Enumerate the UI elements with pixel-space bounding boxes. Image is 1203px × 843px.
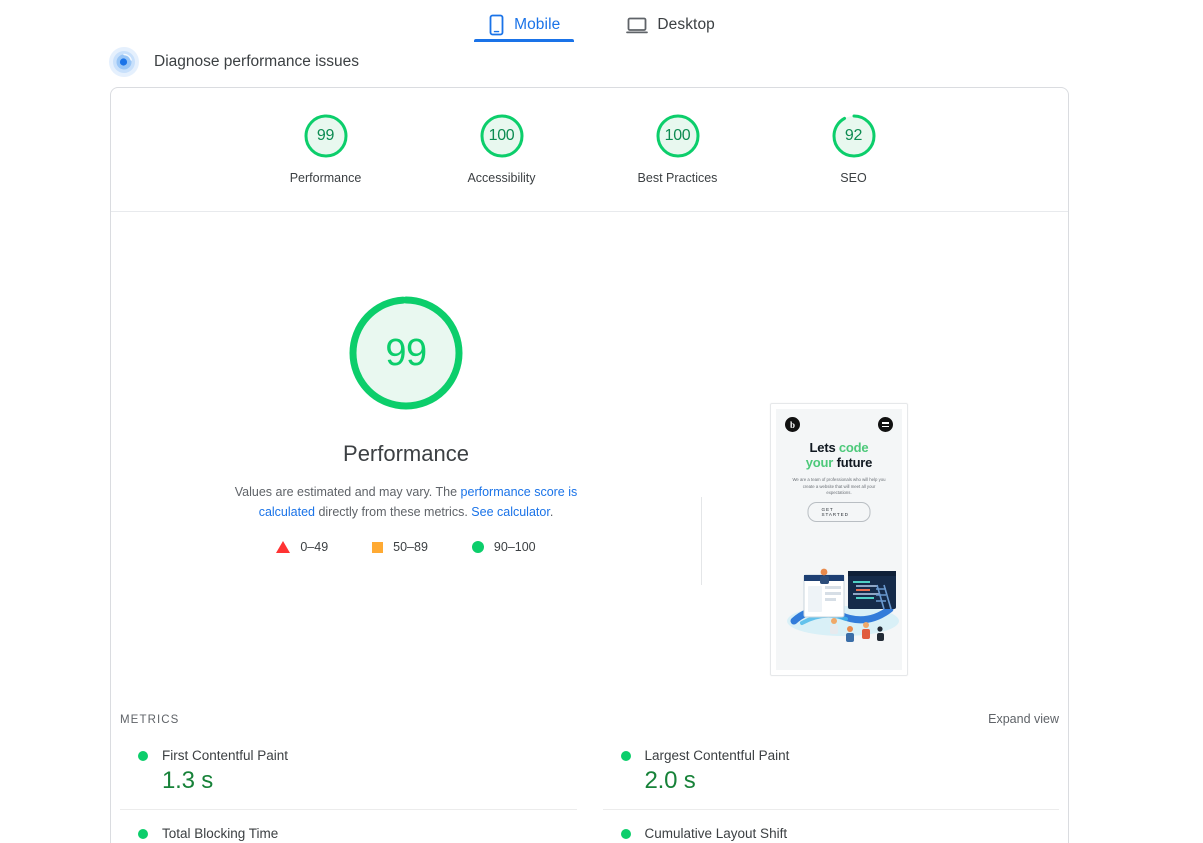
gauge-seo-label: SEO	[840, 171, 867, 185]
metric-largest-contentful-paint[interactable]: Largest Contentful Paint 2.0 s	[602, 732, 1059, 810]
desktop-monitor-icon	[626, 15, 649, 35]
screenshot-subtext: We are a team of professionals who will …	[792, 477, 886, 495]
see-calculator-link[interactable]: See calculator	[471, 505, 550, 519]
performance-summary: 99 Performance Values are estimated and …	[111, 212, 701, 554]
square-average-icon	[372, 541, 384, 553]
metric-value: 1.3 s	[162, 767, 214, 794]
metric-name: First Contentful Paint	[162, 748, 289, 763]
metric-total-blocking-time[interactable]: Total Blocking Time 10 ms	[120, 810, 577, 843]
tab-active-indicator	[474, 39, 575, 42]
status-dot-good-icon	[620, 750, 631, 761]
gauge-accessibility-label: Accessibility	[467, 171, 536, 185]
gauge-performance-large: 99	[345, 292, 467, 414]
performance-note-text-2: directly from these metrics.	[314, 505, 472, 519]
category-score-best-practices[interactable]: 100 Best Practices	[622, 110, 734, 185]
metric-value: 2.0 s	[644, 767, 696, 794]
legend-range-average: 50–89	[393, 540, 428, 554]
metrics-header: METRICS Expand view	[120, 712, 1059, 726]
category-score-seo[interactable]: 92 SEO	[798, 110, 910, 185]
gauge-best-practices: 100	[652, 110, 704, 162]
vertical-divider	[701, 497, 702, 585]
hamburger-menu-icon	[878, 417, 893, 432]
gauge-performance-large-value: 99	[385, 331, 427, 374]
metrics-section-label: METRICS	[120, 714, 180, 726]
device-tab-bar: Mobile Desktop	[0, 0, 1203, 42]
metric-name: Largest Contentful Paint	[644, 748, 790, 763]
performance-note: Values are estimated and may vary. The p…	[206, 482, 606, 522]
page-screenshot-thumbnail[interactable]: b Lets code your future We are a team of…	[770, 403, 908, 676]
report-card: 99 Performance 100 Accessibility 100 Bes…	[110, 87, 1069, 843]
category-score-strip: 99 Performance 100 Accessibility 100 Bes…	[111, 88, 1068, 212]
headline-word-lets: Lets	[809, 440, 839, 455]
screenshot-illustration	[787, 568, 899, 642]
mobile-phone-icon	[488, 14, 505, 36]
metric-first-contentful-paint[interactable]: First Contentful Paint 1.3 s	[120, 732, 577, 810]
gauge-seo-value: 92	[844, 127, 863, 144]
legend-range-good: 90–100	[493, 540, 536, 554]
site-logo-icon: b	[785, 417, 800, 432]
metrics-grid: First Contentful Paint 1.3 s Largest Con…	[120, 732, 1059, 843]
performance-note-text-1: Values are estimated and may vary. The	[234, 485, 461, 499]
status-dot-good-icon	[138, 750, 148, 761]
legend-range-poor: 0–49	[300, 540, 329, 554]
tab-mobile[interactable]: Mobile	[474, 0, 575, 42]
expand-view-button[interactable]: Expand view	[988, 712, 1059, 726]
screenshot-headline: Lets code your future	[776, 440, 902, 470]
diagnose-performance-row[interactable]: Diagnose performance issues	[108, 46, 359, 78]
category-score-performance[interactable]: 99 Performance	[270, 110, 382, 185]
gauge-performance: 99	[300, 110, 352, 162]
status-dot-good-icon	[138, 828, 148, 839]
headline-word-code: code	[838, 440, 869, 455]
status-dot-good-icon	[620, 828, 631, 839]
tab-desktop[interactable]: Desktop	[612, 0, 729, 42]
diagnose-radar-icon	[108, 46, 140, 78]
tab-desktop-label: Desktop	[657, 16, 715, 33]
performance-note-text-3: .	[549, 505, 554, 519]
gauge-best-practices-label: Best Practices	[637, 171, 718, 185]
legend-item-good: 90–100	[471, 540, 536, 554]
gauge-seo: 92	[828, 110, 880, 162]
triangle-poor-icon	[276, 541, 291, 553]
performance-title: Performance	[343, 441, 469, 466]
category-score-accessibility[interactable]: 100 Accessibility	[446, 110, 558, 185]
headline-word-your: your	[805, 455, 834, 470]
metric-cumulative-layout-shift[interactable]: Cumulative Layout Shift 0.002	[603, 810, 1060, 843]
legend-item-average: 50–89	[372, 540, 428, 554]
gauge-best-practices-value: 100	[664, 127, 691, 144]
gauge-performance-value: 99	[316, 127, 335, 144]
pagespeed-report-root: Mobile Desktop Diagnose performance issu…	[0, 0, 1203, 843]
tab-mobile-label: Mobile	[514, 16, 561, 33]
metric-name: Total Blocking Time	[162, 826, 279, 841]
diagnose-performance-label: Diagnose performance issues	[154, 53, 360, 70]
gauge-accessibility-value: 100	[488, 127, 515, 144]
legend-item-poor: 0–49	[276, 540, 328, 554]
score-range-legend: 0–49 50–89 90–100	[276, 540, 536, 554]
screenshot-cta-button: GET STARTED	[807, 502, 871, 522]
gauge-accessibility: 100	[476, 110, 528, 162]
screenshot-viewport: b Lets code your future We are a team of…	[776, 409, 902, 670]
metric-name: Cumulative Layout Shift	[644, 826, 788, 841]
gauge-performance-label: Performance	[289, 171, 362, 185]
headline-word-future: future	[833, 455, 873, 470]
circle-good-icon	[471, 541, 484, 553]
